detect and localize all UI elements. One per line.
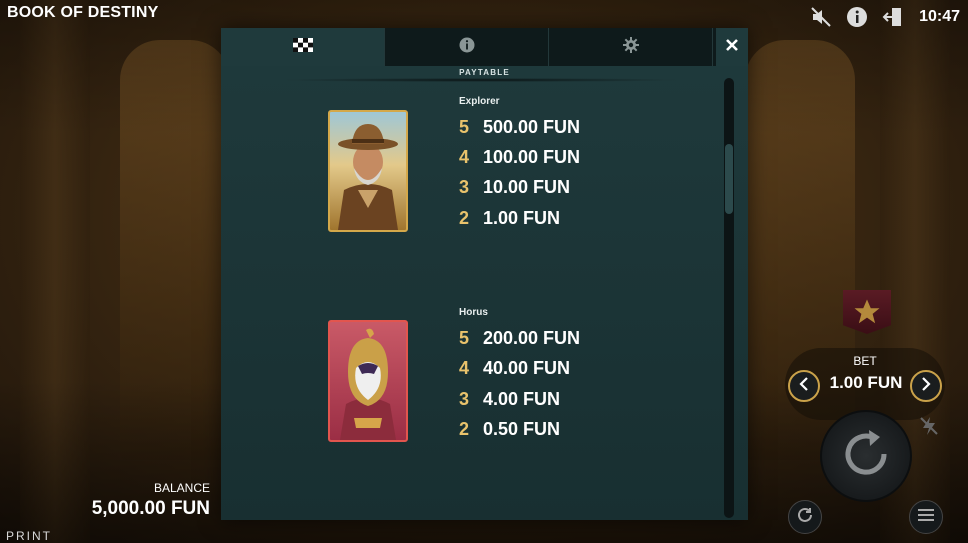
payout-count: 2 xyxy=(459,418,470,439)
payout-row: 2 1.00 FUN xyxy=(459,203,560,233)
payout-row: 4 100.00 FUN xyxy=(459,142,580,172)
horus-symbol-image xyxy=(328,320,408,442)
bet-decrease-button[interactable] xyxy=(788,370,820,402)
print-label: PRINT xyxy=(6,529,52,543)
modal-tabs xyxy=(221,28,716,66)
payout-count: 4 xyxy=(459,146,470,167)
payout-row: 5 200.00 FUN xyxy=(459,323,580,353)
checkered-icon xyxy=(292,37,313,57)
autoplay-button[interactable] xyxy=(788,500,822,534)
payout-count: 3 xyxy=(459,388,470,409)
bet-increase-button[interactable] xyxy=(910,370,942,402)
payout-row: 5 500.00 FUN xyxy=(459,112,580,142)
close-button[interactable] xyxy=(716,28,748,66)
section-divider xyxy=(281,78,681,82)
scrollbar[interactable] xyxy=(724,78,734,518)
explorer-symbol-image xyxy=(328,110,408,232)
balance-value: 5,000.00 FUN xyxy=(91,498,210,519)
payout-value: 10.00 FUN xyxy=(483,176,571,197)
turbo-off-icon[interactable] xyxy=(918,415,940,442)
section-title: PAYTABLE xyxy=(459,68,510,77)
hamburger-icon xyxy=(918,508,934,527)
star-icon[interactable] xyxy=(843,290,891,334)
payout-value: 40.00 FUN xyxy=(483,357,571,378)
autoplay-icon xyxy=(795,505,815,530)
clock: 10:47 xyxy=(919,8,960,25)
payout-row: 4 40.00 FUN xyxy=(459,353,570,383)
symbol-name-explorer: Explorer xyxy=(459,96,500,107)
paytable-modal: PAYTABLE Explorer 5 500.00 FUN 4 100.00 … xyxy=(221,28,748,520)
payout-value: 500.00 FUN xyxy=(483,116,581,137)
payout-value: 200.00 FUN xyxy=(483,327,581,348)
exit-icon[interactable] xyxy=(875,3,911,31)
symbol-name-horus: Horus xyxy=(459,307,488,318)
balance-label: BALANCE xyxy=(153,481,210,495)
bet-label: BET xyxy=(853,354,877,368)
tab-settings[interactable] xyxy=(549,28,713,66)
top-icon-bar: 10:47 xyxy=(803,3,960,31)
spin-icon xyxy=(836,424,896,489)
menu-button[interactable] xyxy=(909,500,943,534)
payout-value: 100.00 FUN xyxy=(483,146,581,167)
tab-paytable[interactable] xyxy=(221,28,385,66)
payout-count: 4 xyxy=(459,357,470,378)
game-title: BOOK OF DESTINY xyxy=(7,4,159,21)
payout-count: 3 xyxy=(459,176,470,197)
info-icon[interactable] xyxy=(839,3,875,31)
payout-row: 3 10.00 FUN xyxy=(459,172,570,202)
payout-value: 4.00 FUN xyxy=(483,388,561,409)
chevron-right-icon xyxy=(920,376,932,396)
scroll-thumb[interactable] xyxy=(725,144,733,214)
payout-row: 2 0.50 FUN xyxy=(459,414,560,444)
gear-icon xyxy=(622,36,639,58)
info-icon xyxy=(459,37,475,58)
payout-value: 0.50 FUN xyxy=(483,418,561,439)
spin-button[interactable] xyxy=(820,410,912,502)
payout-count: 2 xyxy=(459,207,470,228)
chevron-left-icon xyxy=(798,376,810,396)
payout-count: 5 xyxy=(459,327,470,348)
payout-value: 1.00 FUN xyxy=(483,207,561,228)
close-icon xyxy=(725,38,739,57)
bet-value: 1.00 FUN xyxy=(829,373,903,392)
tab-info[interactable] xyxy=(385,28,549,66)
payout-row: 3 4.00 FUN xyxy=(459,384,560,414)
payout-count: 5 xyxy=(459,116,470,137)
sound-off-icon[interactable] xyxy=(803,3,839,31)
